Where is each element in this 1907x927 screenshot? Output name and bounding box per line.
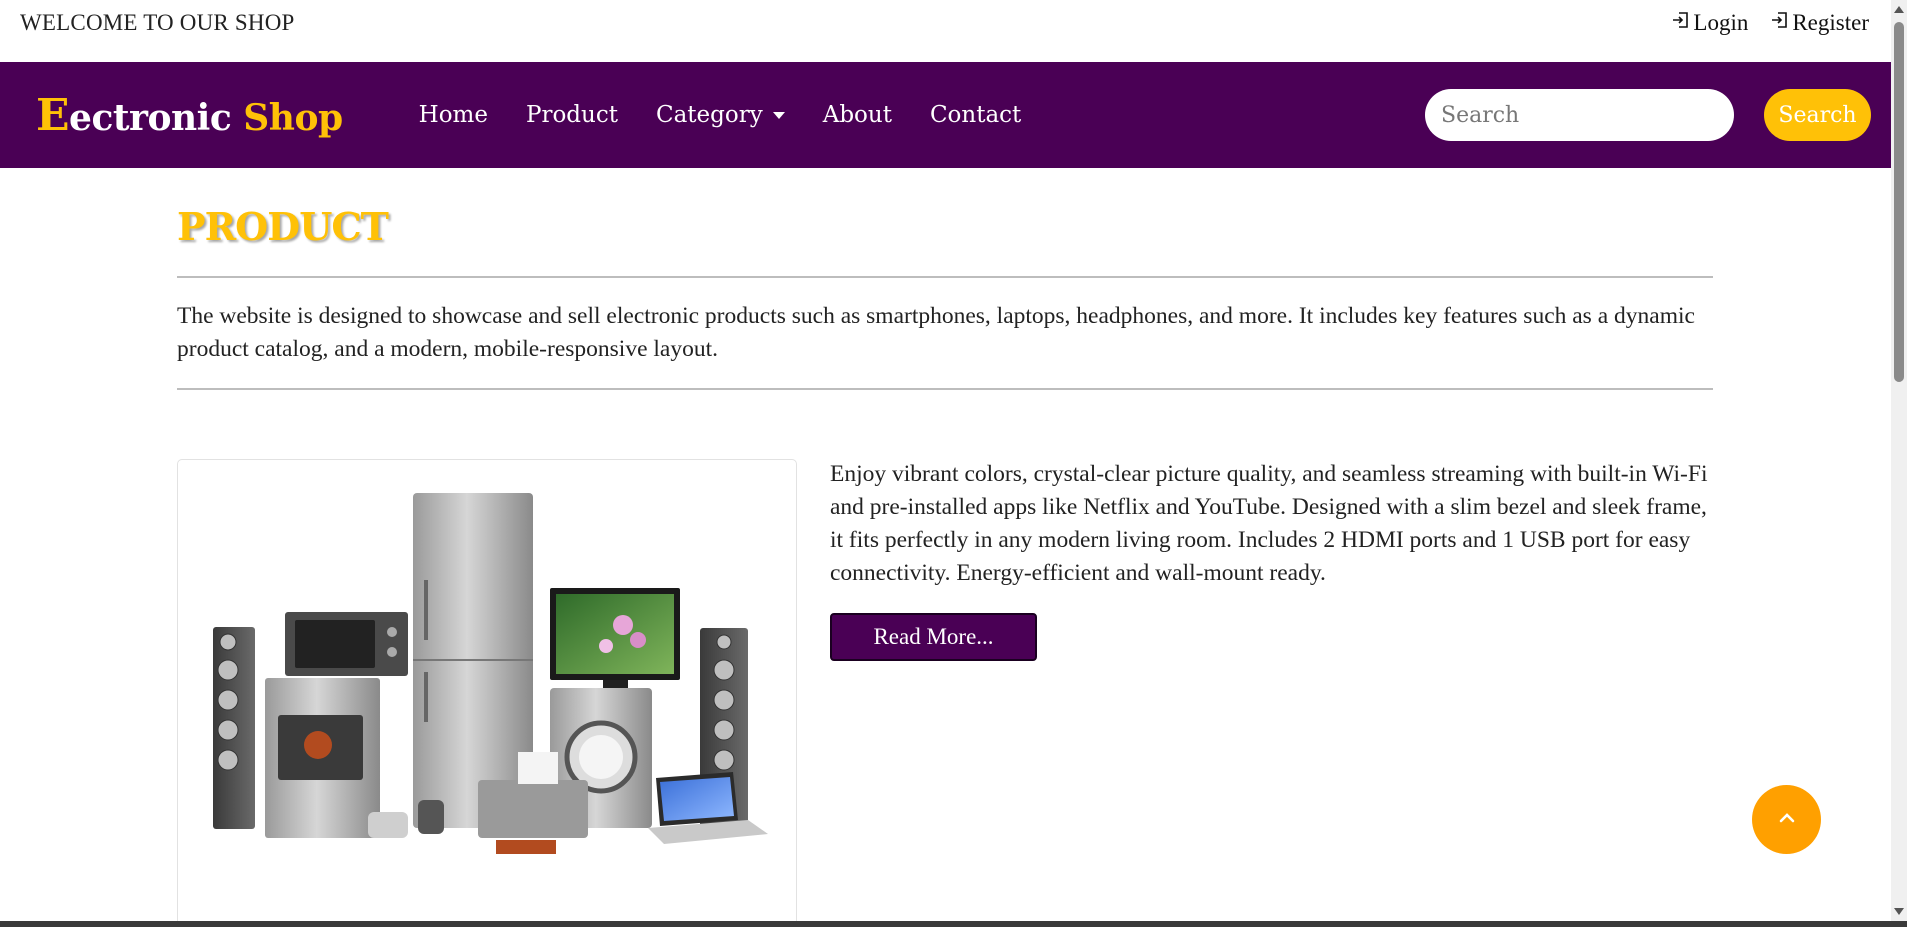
register-label: Register bbox=[1792, 10, 1869, 35]
register-icon bbox=[1770, 10, 1790, 36]
welcome-text: WELCOME TO OUR SHOP bbox=[20, 10, 295, 35]
brand-initial: E bbox=[36, 89, 70, 141]
nav-home[interactable]: Home bbox=[419, 102, 488, 128]
chevron-up-icon bbox=[1776, 807, 1798, 833]
vertical-scrollbar[interactable] bbox=[1891, 0, 1907, 921]
product-description: Enjoy vibrant colors, crystal-clear pict… bbox=[830, 461, 1708, 586]
login-icon bbox=[1671, 10, 1691, 36]
divider bbox=[177, 276, 1713, 278]
login-link[interactable]: Login bbox=[1671, 10, 1748, 36]
search-input[interactable] bbox=[1425, 89, 1734, 141]
main-content: PRODUCT The website is designed to showc… bbox=[177, 168, 1713, 921]
caret-down-icon bbox=[772, 111, 785, 119]
auth-links: Login Register bbox=[1671, 10, 1871, 36]
main-navbar: Eectronic Shop Home Product Category Abo… bbox=[0, 62, 1891, 168]
nav-category-label: Category bbox=[655, 102, 763, 128]
nav-category-dropdown[interactable]: Category bbox=[656, 102, 785, 128]
intro-text: The website is designed to showcase and … bbox=[177, 303, 1695, 362]
nav-product[interactable]: Product bbox=[526, 102, 618, 128]
scroll-down-arrow-icon[interactable] bbox=[1894, 908, 1904, 915]
login-label: Login bbox=[1693, 10, 1749, 35]
search-form: Search bbox=[1425, 89, 1871, 141]
brand-name: ectronic bbox=[69, 96, 232, 139]
welcome-bar: WELCOME TO OUR SHOP Login Register bbox=[0, 0, 1891, 62]
scrollbar-thumb[interactable] bbox=[1894, 22, 1904, 382]
divider bbox=[177, 388, 1713, 390]
window-bottom-edge bbox=[0, 921, 1907, 927]
product-image-card bbox=[177, 459, 797, 921]
nav-about[interactable]: About bbox=[823, 102, 892, 128]
page: WELCOME TO OUR SHOP Login Register Eectr… bbox=[0, 0, 1891, 921]
read-more-button[interactable]: Read More... bbox=[830, 613, 1037, 661]
register-link[interactable]: Register bbox=[1770, 10, 1869, 36]
search-button[interactable]: Search bbox=[1764, 89, 1871, 141]
nav-links: Home Product Category About Contact bbox=[419, 102, 1022, 128]
product-image bbox=[213, 493, 768, 854]
brand-accent: Shop bbox=[243, 96, 343, 139]
page-title: PRODUCT bbox=[177, 204, 389, 249]
brand-logo[interactable]: Eectronic Shop bbox=[36, 90, 343, 141]
nav-contact[interactable]: Contact bbox=[930, 102, 1021, 128]
scroll-up-arrow-icon[interactable] bbox=[1894, 6, 1904, 13]
back-to-top-button[interactable] bbox=[1752, 785, 1821, 854]
